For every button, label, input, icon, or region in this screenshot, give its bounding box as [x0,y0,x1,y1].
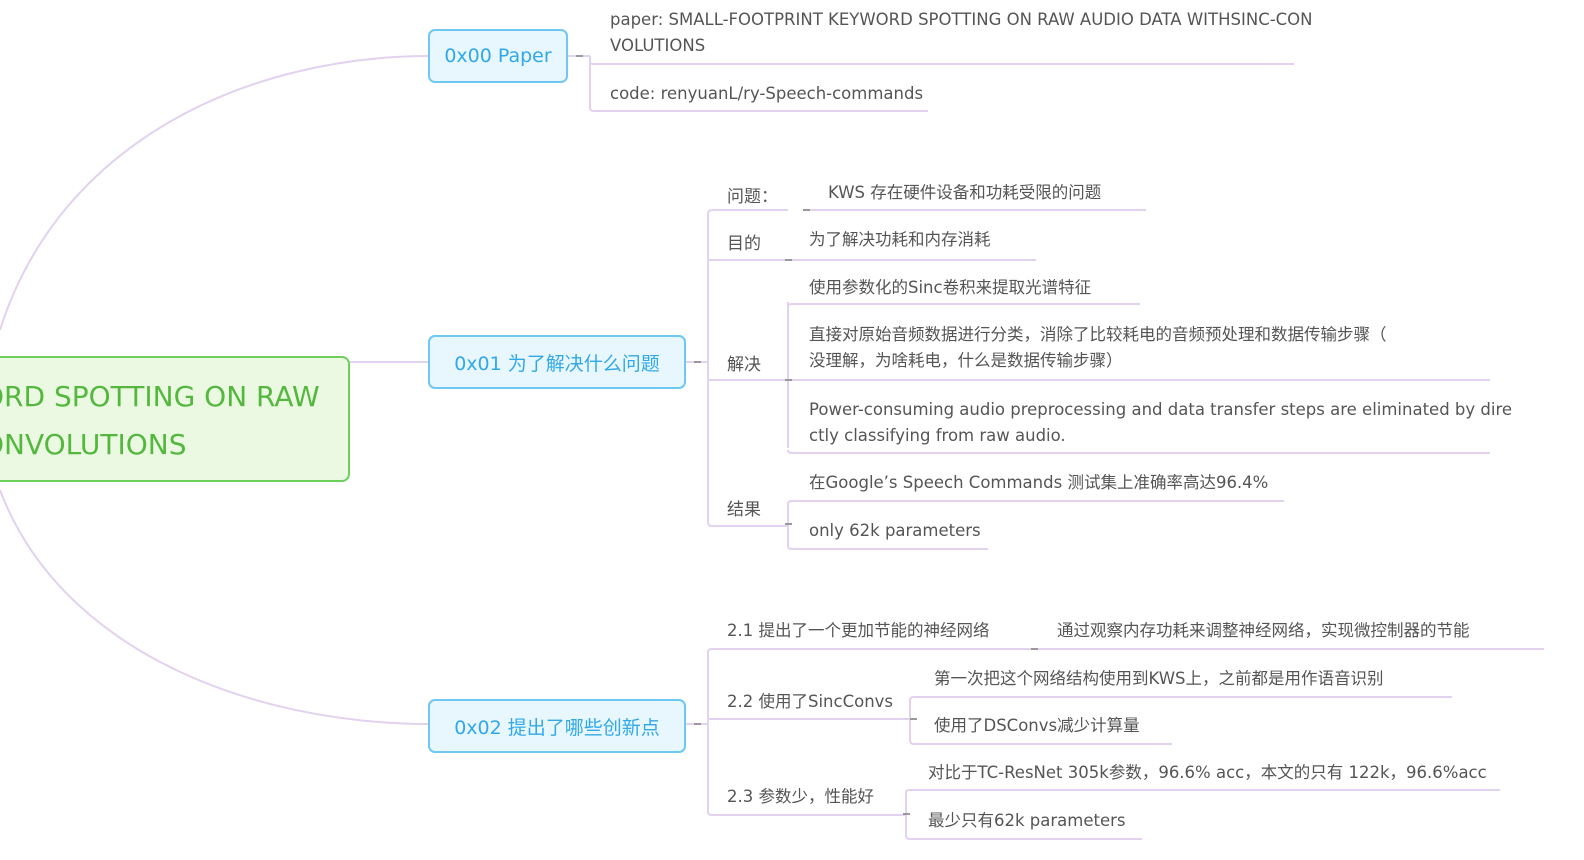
solve-item-3-line-2[interactable]: ctly classifying from raw audio. [809,423,1066,449]
result-item-1[interactable]: 在Google’s Speech Commands 测试集上准确率高达96.4% [809,470,1268,496]
innovation-1-label[interactable]: 2.1 提出了一个更加节能的神经网络 [727,618,990,644]
central-topic-line-1: ORD SPOTTING ON RAW [0,380,320,413]
label-solve[interactable]: 解决 [727,350,761,375]
solve-item-1[interactable]: 使用参数化的Sinc卷积来提取光谱特征 [809,275,1091,301]
issue-text[interactable]: KWS 存在硬件设备和功耗受限的问题 [828,180,1101,206]
code-repo[interactable]: code: renyuanL/ry-Speech-commands [610,81,923,107]
topic-innovation[interactable]: 0x02 提出了哪些创新点 [428,699,686,753]
central-topic[interactable]: ORD SPOTTING ON RAW ONVOLUTIONS [0,356,350,482]
label-issue[interactable]: 问题： [727,182,778,207]
result-item-2[interactable]: only 62k parameters [809,518,981,544]
innovation-3-text-2[interactable]: 最少只有62k parameters [928,808,1126,834]
solve-item-3-line-1[interactable]: Power-consuming audio preprocessing and … [809,397,1512,423]
solve-item-2-line-1[interactable]: 直接对原始音频数据进行分类，消除了比较耗电的音频预处理和数据传输步骤（ [809,322,1387,348]
paper-title-line-2[interactable]: VOLUTIONS [610,33,705,59]
topic-paper[interactable]: 0x00 Paper [428,29,568,83]
topic-problem[interactable]: 0x01 为了解决什么问题 [428,335,686,389]
innovation-2-label[interactable]: 2.2 使用了SincConvs [727,689,893,715]
innovation-2-text-2[interactable]: 使用了DSConvs减少计算量 [934,713,1140,739]
innovation-3-text-1[interactable]: 对比于TC-ResNet 305k参数，96.6% acc，本文的只有 122k… [928,760,1487,786]
label-goal[interactable]: 目的 [727,229,761,254]
paper-title-line-1[interactable]: paper: SMALL-FOOTPRINT KEYWORD SPOTTING … [610,7,1313,33]
innovation-1-text[interactable]: 通过观察内存功耗来调整神经网络，实现微控制器的节能 [1057,618,1470,644]
solve-item-2-line-2[interactable]: 没理解，为啥耗电，什么是数据传输步骤） [809,348,1123,374]
innovation-2-text-1[interactable]: 第一次把这个网络结构使用到KWS上，之前都是用作语音识别 [934,666,1384,692]
goal-text[interactable]: 为了解决功耗和内存消耗 [809,227,991,253]
label-result[interactable]: 结果 [727,495,761,520]
central-topic-line-2: ONVOLUTIONS [0,428,187,461]
innovation-3-label[interactable]: 2.3 参数少，性能好 [727,784,874,810]
